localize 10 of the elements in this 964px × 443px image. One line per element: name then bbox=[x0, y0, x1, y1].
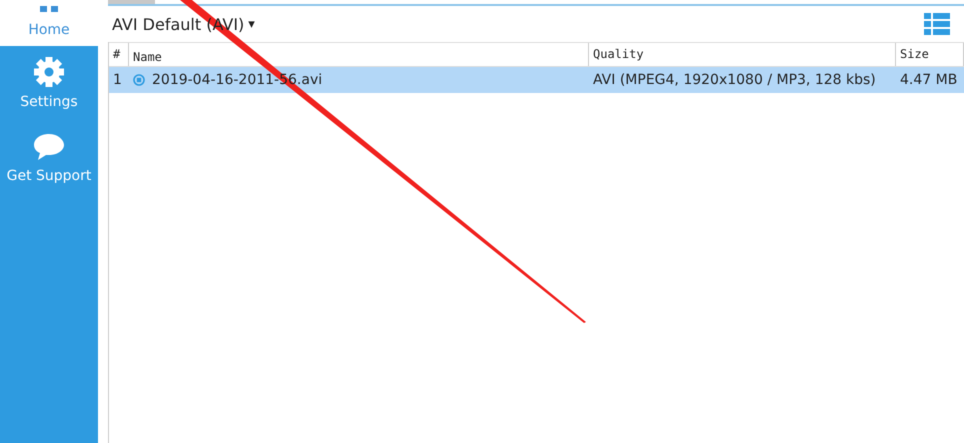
column-header[interactable]: Quality bbox=[589, 43, 896, 66]
table-cell-text: 1 bbox=[112, 72, 123, 88]
gear-icon bbox=[33, 56, 65, 88]
record-icon bbox=[133, 74, 145, 86]
table-cell-text: AVI (MPEG4, 1920x1080 / MP3, 128 kbs) bbox=[592, 72, 877, 88]
table-cell-text: 4.47 MB bbox=[899, 72, 958, 88]
column-header[interactable]: # bbox=[109, 43, 129, 66]
list-view-icon[interactable] bbox=[924, 13, 950, 35]
speech-bubble-icon bbox=[33, 132, 65, 162]
column-header[interactable]: Size bbox=[896, 43, 964, 66]
